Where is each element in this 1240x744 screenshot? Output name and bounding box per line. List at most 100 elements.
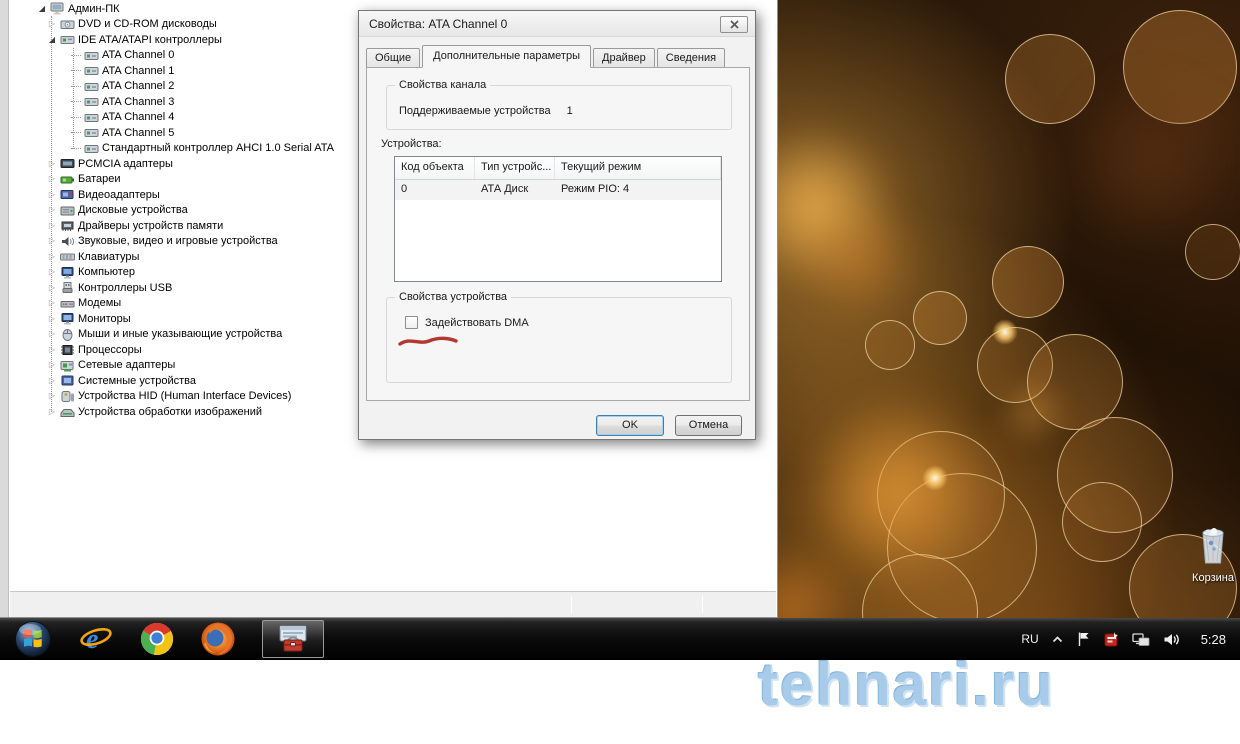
- tab-driver[interactable]: Драйвер: [593, 48, 655, 67]
- tree-branch-stub: [71, 116, 81, 118]
- supported-devices-value: 1: [566, 105, 573, 117]
- pcmcia-icon: [60, 157, 75, 170]
- tab-details[interactable]: Сведения: [656, 48, 726, 67]
- tree-item-label: Батареи: [78, 173, 121, 186]
- expand-expander-icon[interactable]: ▷: [47, 205, 57, 215]
- action-center-tray-icon[interactable]: [1076, 631, 1091, 647]
- devices-table[interactable]: Код объекта Тип устройс... Текущий режим 0 А…: [394, 156, 722, 282]
- tab-page-advanced: Свойства канала Поддерживаемые устройств…: [366, 67, 750, 401]
- dialog-titlebar[interactable]: Свойства: ATA Channel 0: [359, 11, 755, 37]
- screen: Корзина ◢ Админ-ПК ▷ DVD и CD-ROM дисководы…: [0, 0, 1240, 744]
- internet-explorer-icon: e: [78, 622, 114, 656]
- memory-driver-icon: [60, 219, 75, 232]
- bokeh-sparkle: [992, 319, 1018, 345]
- status-bar-separator: [702, 596, 703, 613]
- language-indicator[interactable]: RU: [1021, 632, 1038, 646]
- column-header[interactable]: Код объекта: [395, 157, 475, 179]
- tree-item-label: Клавиатуры: [78, 250, 140, 263]
- close-icon: [729, 20, 739, 29]
- tab-general[interactable]: Общие: [366, 48, 421, 67]
- internet-explorer-launcher[interactable]: e: [78, 622, 114, 656]
- ok-button[interactable]: OK: [596, 415, 664, 436]
- hidden-icons-button[interactable]: [1052, 635, 1063, 644]
- system-tray: RU 5:28: [1021, 631, 1240, 647]
- close-button[interactable]: [720, 16, 748, 33]
- expand-expander-icon[interactable]: ▷: [47, 267, 57, 277]
- tree-item-label: ATA Channel 5: [102, 126, 175, 139]
- sound-icon: [60, 235, 75, 248]
- firefox-launcher[interactable]: [200, 621, 236, 657]
- expand-expander-icon[interactable]: ▷: [47, 236, 57, 246]
- clock[interactable]: 5:28: [1201, 632, 1226, 647]
- monitor-icon: [60, 312, 75, 325]
- tree-item-label: PCMCIA адаптеры: [78, 157, 173, 170]
- expand-expander-icon[interactable]: ▷: [47, 159, 57, 169]
- desktop-wallpaper: Корзина: [778, 0, 1240, 662]
- bottom-band: tehnari.ru: [0, 651, 1240, 744]
- expand-expander-icon[interactable]: ▷: [47, 190, 57, 200]
- tree-item-label: ATA Channel 4: [102, 111, 175, 124]
- expand-expander-icon[interactable]: ▷: [47, 345, 57, 355]
- flag-icon: [1076, 631, 1091, 647]
- expand-expander-icon[interactable]: ▷: [47, 329, 57, 339]
- expand-expander-icon[interactable]: ▷: [47, 391, 57, 401]
- expand-expander-icon[interactable]: ▷: [47, 407, 57, 417]
- expand-expander-icon[interactable]: ▷: [47, 376, 57, 386]
- bokeh-ring: [913, 291, 967, 345]
- network-adapter-icon: [60, 359, 75, 372]
- tree-branch-stub: [71, 101, 81, 103]
- imaging-icon: [60, 405, 75, 418]
- network-tray-icon[interactable]: [1132, 632, 1150, 647]
- watermark-text: tehnari.ru: [758, 651, 1055, 718]
- tree-branch-stub: [71, 54, 81, 56]
- ata-channel-icon: [84, 80, 99, 93]
- enable-dma-checkbox[interactable]: [405, 316, 418, 329]
- red-app-icon: [1104, 631, 1119, 647]
- bokeh-ring: [992, 246, 1064, 318]
- tree-item-label: IDE ATA/ATAPI контроллеры: [78, 33, 222, 46]
- cancel-button[interactable]: Отмена: [675, 415, 742, 436]
- system-device-icon: [60, 374, 75, 387]
- bokeh-ring: [865, 320, 915, 370]
- table-row[interactable]: 0 АТА Диск Режим PIO: 4: [395, 180, 721, 200]
- speaker-icon: [1163, 632, 1180, 647]
- svg-text:e: e: [86, 624, 98, 655]
- chrome-icon: [140, 622, 174, 656]
- expand-expander-icon[interactable]: ▷: [47, 298, 57, 308]
- tree-item-label: Стандартный контроллер AHCI 1.0 Serial A…: [102, 142, 334, 155]
- dialog-tabs: Общие Дополнительные параметры Драйвер Свед…: [366, 44, 726, 68]
- expand-expander-icon[interactable]: ▷: [47, 360, 57, 370]
- expand-expander-icon[interactable]: ▷: [47, 252, 57, 262]
- bokeh-sparkle: [922, 465, 948, 491]
- chrome-launcher[interactable]: [140, 622, 174, 656]
- expand-expander-icon[interactable]: ▷: [47, 19, 57, 29]
- video-adapter-icon: [60, 188, 75, 201]
- device-manager-taskbar-button[interactable]: [262, 620, 324, 658]
- recycle-bin-icon[interactable]: Корзина: [1183, 525, 1240, 584]
- volume-tray-icon[interactable]: [1163, 632, 1180, 647]
- tree-item-label: Дисковые устройства: [78, 204, 188, 217]
- bokeh-glow: [1060, 70, 1240, 250]
- tab-advanced-settings[interactable]: Дополнительные параметры: [422, 45, 591, 68]
- tree-item-label: Системные устройства: [78, 374, 197, 387]
- expand-expander-icon[interactable]: ▷: [47, 314, 57, 324]
- expand-expander-icon[interactable]: ▷: [47, 174, 57, 184]
- expand-expander-icon[interactable]: ▷: [47, 221, 57, 231]
- collapse-expander-icon[interactable]: ◢: [37, 4, 47, 14]
- computer-node-icon: [60, 266, 75, 279]
- supported-devices-label: Поддерживаемые устройства: [399, 105, 551, 117]
- tree-branch-stub: [71, 70, 81, 72]
- red-app-tray-icon[interactable]: [1104, 631, 1119, 647]
- tray-icons: [1052, 631, 1180, 647]
- column-header[interactable]: Текущий режим: [555, 157, 721, 179]
- start-button[interactable]: [14, 620, 52, 658]
- table-cell: 0: [401, 183, 408, 195]
- collapse-expander-icon[interactable]: ◢: [47, 35, 57, 45]
- tree-item-label: ATA Channel 3: [102, 95, 175, 108]
- expand-expander-icon[interactable]: ▷: [47, 283, 57, 293]
- column-header[interactable]: Тип устройс...: [475, 157, 555, 179]
- tree-branch-stub: [71, 85, 81, 87]
- table-cell: Режим PIO: 4: [561, 183, 630, 195]
- taskbar-launchers: e: [0, 620, 324, 658]
- ata-channel-icon: [84, 95, 99, 108]
